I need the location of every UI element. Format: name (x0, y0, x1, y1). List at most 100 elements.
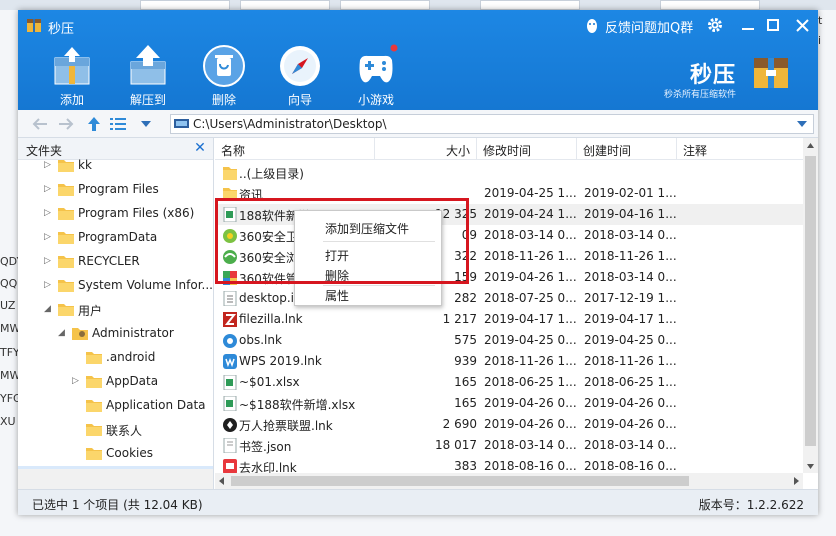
collapse-arrow-icon[interactable]: ◢ (58, 328, 66, 338)
tree-item[interactable]: ▷ System Volume Infor... (18, 274, 213, 296)
file-created: 2018-06-25 1... (584, 375, 677, 389)
360-safe-icon (223, 229, 237, 243)
maximize-button[interactable] (761, 14, 785, 36)
file-modified: 2019-04-25 1... (484, 186, 577, 200)
column-name[interactable]: 名称 (215, 138, 375, 160)
back-button[interactable] (30, 114, 50, 134)
tree-item-label: ProgramData (78, 230, 158, 244)
file-modified: 2018-03-14 0... (484, 438, 577, 452)
list-horizontal-scrollbar[interactable] (215, 473, 803, 489)
close-window-button[interactable] (790, 14, 814, 36)
drive-icon (174, 119, 189, 128)
tree-item[interactable]: ▷ RECYCLER (18, 250, 213, 272)
minimize-button[interactable] (736, 14, 760, 36)
list-vertical-scrollbar[interactable] (803, 138, 818, 473)
toolbar-delete-button[interactable]: 删除 (192, 44, 256, 108)
file-row[interactable]: ~$01.xlsx 165 2018-06-25 1... 2018-06-25 1.… (215, 372, 803, 393)
expand-arrow-icon[interactable]: ▷ (44, 280, 52, 290)
background-text: QDY (0, 255, 18, 268)
view-mode-dropdown[interactable] (136, 114, 156, 134)
tree-item-label: 用户 (78, 304, 103, 318)
file-modified: 2018-07-25 0... (484, 291, 577, 305)
expand-arrow-icon[interactable]: ▷ (72, 376, 80, 386)
up-level-button[interactable] (84, 114, 104, 134)
brand-logo: 秒压 秒杀所有压缩软件 (648, 48, 808, 106)
expand-arrow-icon[interactable]: ▷ (44, 256, 52, 266)
column-comment[interactable]: 注释 (677, 138, 803, 160)
expand-arrow-icon[interactable]: ▷ (44, 160, 52, 170)
tree-item[interactable]: ▷ Program Files (18, 178, 213, 200)
tree-item[interactable]: ▷ Program Files (x86) (18, 202, 213, 224)
column-modified[interactable]: 修改时间 (477, 138, 577, 160)
tree-item-label: Administrator (92, 326, 174, 340)
toolbar-wizard-button[interactable]: 向导 (268, 44, 332, 108)
file-modified: 2019-04-25 0... (484, 333, 577, 347)
add-archive-icon (54, 47, 90, 85)
ctx-delete[interactable]: 删除 (295, 264, 443, 284)
toolbar-add-button[interactable]: 添加 (40, 44, 104, 108)
file-size: 1 217 (442, 312, 477, 326)
column-size[interactable]: 大小 (375, 138, 477, 160)
brand-title: 秒压 (690, 62, 737, 88)
toolbar-extract-button[interactable]: 解压到 (116, 44, 180, 108)
tree-horizontal-scrollbar[interactable] (18, 469, 213, 489)
toolbar-game-button[interactable]: 小游戏 (344, 44, 408, 108)
file-modified: 2018-08-16 0... (484, 459, 577, 473)
tree-item[interactable]: Cookies (18, 442, 213, 464)
chevron-down-icon[interactable] (797, 121, 807, 127)
file-row[interactable]: WPS 2019.lnk 939 2018-11-26 1... 2018-11-26… (215, 351, 803, 372)
background-thumbnail (340, 0, 430, 10)
tree-item[interactable]: ◢ Administrator (18, 322, 213, 344)
tree-item[interactable]: Application Data (18, 394, 213, 416)
scroll-thumb (231, 476, 689, 486)
file-row[interactable]: 万人抢票联盟.lnk 2 690 2019-04-26 0... 2019-04-26… (215, 414, 803, 435)
file-created: 2019-04-16 1... (584, 207, 677, 221)
settings-button[interactable] (703, 14, 727, 36)
collapse-arrow-icon[interactable]: ◢ (44, 304, 52, 314)
expand-arrow-icon[interactable]: ▷ (44, 184, 52, 194)
file-created: 2019-04-26 0... (584, 396, 677, 410)
tree-item[interactable]: ▷ ProgramData (18, 226, 213, 248)
tree-item-label: Application Data (106, 398, 206, 412)
folder-up-icon (223, 167, 237, 180)
file-name: WPS 2019.lnk (239, 354, 322, 368)
feedback-button[interactable]: 反馈问题加Q群 (585, 16, 693, 36)
view-mode-button[interactable] (108, 114, 128, 134)
background-text: i (818, 34, 822, 47)
ctx-properties[interactable]: 属性 (295, 284, 443, 304)
folder-icon (86, 376, 102, 388)
folder-icon (58, 208, 74, 220)
expand-arrow-icon[interactable]: ▷ (44, 208, 52, 218)
file-size: 939 (454, 354, 477, 368)
tree-item[interactable]: ▷ AppData (18, 370, 213, 392)
file-row[interactable]: filezilla.lnk 1 217 2019-04-17 1... 2019-04… (215, 309, 803, 330)
tree-item[interactable]: ▷ kk (18, 154, 213, 176)
file-name: 资讯 (239, 188, 264, 202)
json-file-icon (223, 438, 237, 453)
forward-button[interactable] (56, 114, 76, 134)
file-row[interactable]: ..(上级目录) (215, 162, 803, 183)
window-title: 秒压 (48, 22, 75, 37)
tree-item[interactable]: .android (18, 346, 213, 368)
column-created[interactable]: 创建时间 (577, 138, 677, 160)
background-text: TFY (0, 346, 18, 359)
file-row[interactable]: obs.lnk 575 2019-04-25 0... 2019-04-25 0... (215, 330, 803, 351)
ctx-add-to-archive[interactable]: 添加到压缩文件 (295, 217, 443, 237)
filezilla-icon (223, 312, 237, 327)
file-row[interactable]: ~$188软件新增.xlsx 165 2019-04-26 0... 2019-04-… (215, 393, 803, 414)
folder-icon (223, 188, 237, 201)
file-row[interactable]: 书签.json 18 017 2018-03-14 0... 2018-03-14 0… (215, 435, 803, 456)
path-input[interactable]: C:\Users\Administrator\Desktop\ (170, 114, 814, 134)
folder-icon (58, 184, 74, 196)
expand-arrow-icon[interactable]: ▷ (44, 232, 52, 242)
file-row[interactable]: 资讯 2019-04-25 1... 2019-02-01 1... (215, 183, 803, 204)
delete-icon (203, 45, 245, 87)
brand-subtitle: 秒杀所有压缩软件 (664, 90, 737, 100)
tree-item-label: .android (106, 350, 156, 364)
tree-item[interactable]: ◢ 用户 (18, 298, 213, 320)
tree-item[interactable]: 联系人 (18, 418, 213, 440)
arrow-left-icon (32, 118, 47, 130)
tree-item-label: 联系人 (106, 424, 143, 438)
ctx-open[interactable]: 打开 (295, 244, 443, 264)
file-modified: 2019-04-24 1... (484, 207, 577, 221)
